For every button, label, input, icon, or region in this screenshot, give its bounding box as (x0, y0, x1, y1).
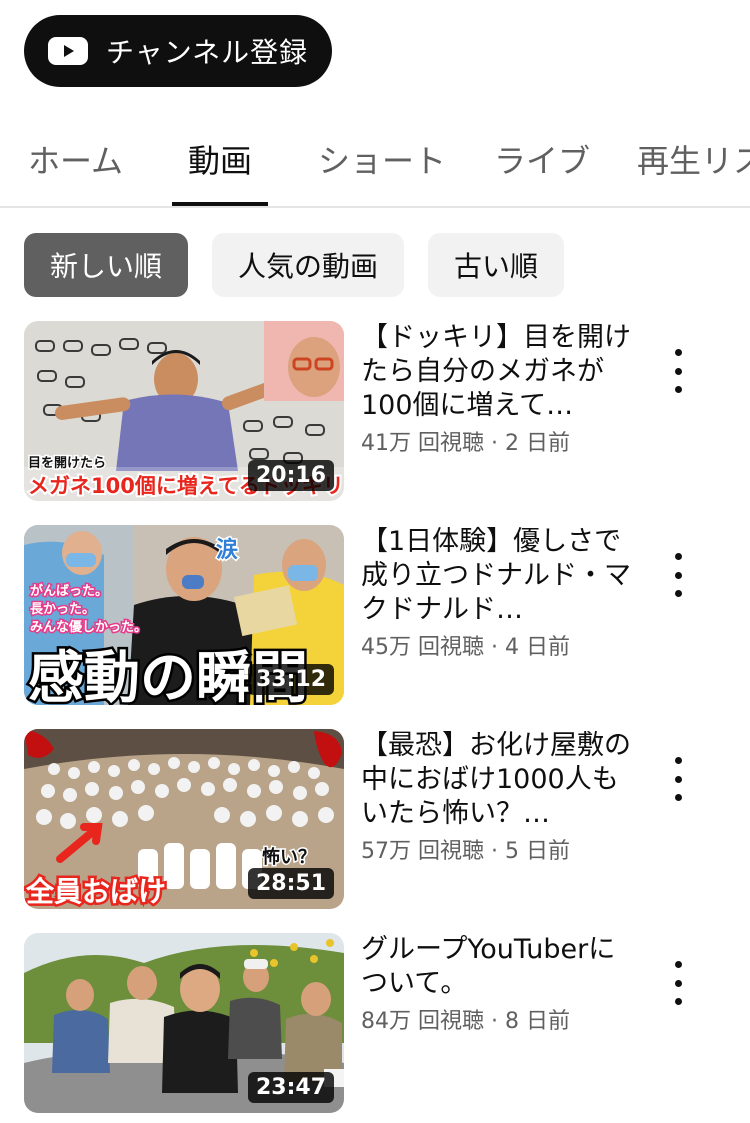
thumbnail-top-text: 目を開けたら (28, 456, 106, 471)
video-item[interactable]: 目を開けたら メガネ100個に増えてるドッキリ 20:16 【ドッキリ】目を開け… (0, 321, 750, 503)
youtube-logo-icon (48, 37, 88, 65)
video-thumbnail[interactable]: 23:47 (24, 933, 344, 1113)
upload-age: 4 日前 (504, 635, 570, 660)
video-item[interactable]: 23:47 グループYouTuberについて。 84万 回視聴 · 8 日前 (0, 933, 750, 1115)
sort-chips: 新しい順 人気の動画 古い順 (24, 233, 565, 297)
tab-live[interactable]: ライブ (494, 136, 590, 182)
more-options-icon[interactable] (660, 349, 696, 393)
video-meta: 45万 回視聴 · 4 日前 (361, 635, 570, 660)
thumbnail-side-text: 怖い？ (262, 846, 316, 868)
video-duration: 33:12 (247, 664, 334, 695)
channel-tabs: ホーム 動画 ショート ライブ 再生リスト (0, 108, 750, 208)
upload-age: 5 日前 (504, 839, 570, 864)
thumbnail-tag: 涙 (216, 537, 238, 563)
upload-age: 2 日前 (504, 431, 570, 456)
tab-videos[interactable]: 動画 (188, 136, 252, 182)
video-item[interactable]: 全員おばけ 怖い？ 28:51 【最恐】お化け屋敷の中におばけ1000人もいたら… (0, 729, 750, 911)
view-count: 45万 回視聴 (361, 635, 484, 660)
video-title[interactable]: 【1日体験】優しさで成り立つドナルド・マクドナルド… (361, 525, 631, 627)
active-tab-indicator (172, 202, 268, 206)
video-duration: 28:51 (247, 868, 334, 899)
subscribe-button[interactable]: チャンネル登録 (24, 15, 332, 87)
video-thumbnail[interactable]: 全員おばけ 怖い？ 28:51 (24, 729, 344, 909)
view-count: 84万 回視聴 (361, 1009, 484, 1034)
chip-oldest[interactable]: 古い順 (428, 233, 565, 297)
view-count: 41万 回視聴 (361, 431, 484, 456)
video-duration: 23:47 (247, 1072, 334, 1103)
video-meta: 57万 回視聴 · 5 日前 (361, 839, 570, 864)
video-thumbnail[interactable]: 涙 がんばった。 長かった。 みんな優しかった。 感動の瞬間 33:12 (24, 525, 344, 705)
video-meta: 41万 回視聴 · 2 日前 (361, 431, 570, 456)
video-title[interactable]: グループYouTuberについて。 (361, 933, 631, 1001)
tab-shorts[interactable]: ショート (318, 136, 446, 182)
tab-playlists[interactable]: 再生リスト (637, 136, 750, 182)
thumbnail-line-3: みんな優しかった。 (30, 619, 147, 635)
thumbnail-caption: 全員おばけ (25, 875, 166, 908)
chip-popular[interactable]: 人気の動画 (212, 233, 405, 297)
tab-home[interactable]: ホーム (28, 136, 123, 182)
upload-age: 8 日前 (504, 1009, 570, 1034)
more-options-icon[interactable] (660, 553, 696, 597)
more-options-icon[interactable] (660, 757, 696, 801)
video-item[interactable]: 涙 がんばった。 長かった。 みんな優しかった。 感動の瞬間 33:12 【1日… (0, 525, 750, 707)
subscribe-label: チャンネル登録 (106, 36, 309, 69)
video-title[interactable]: 【ドッキリ】目を開けたら自分のメガネが100個に増えて… (361, 321, 631, 423)
thumbnail-line-1: がんばった。 (30, 583, 108, 599)
video-meta: 84万 回視聴 · 8 日前 (361, 1009, 570, 1034)
more-options-icon[interactable] (660, 961, 696, 1005)
thumbnail-line-2: 長かった。 (30, 602, 95, 617)
video-thumbnail[interactable]: 目を開けたら メガネ100個に増えてるドッキリ 20:16 (24, 321, 344, 501)
view-count: 57万 回視聴 (361, 839, 484, 864)
video-title[interactable]: 【最恐】お化け屋敷の中におばけ1000人もいたら怖い？… (361, 729, 631, 831)
video-duration: 20:16 (247, 460, 334, 491)
chip-newest[interactable]: 新しい順 (24, 233, 189, 297)
